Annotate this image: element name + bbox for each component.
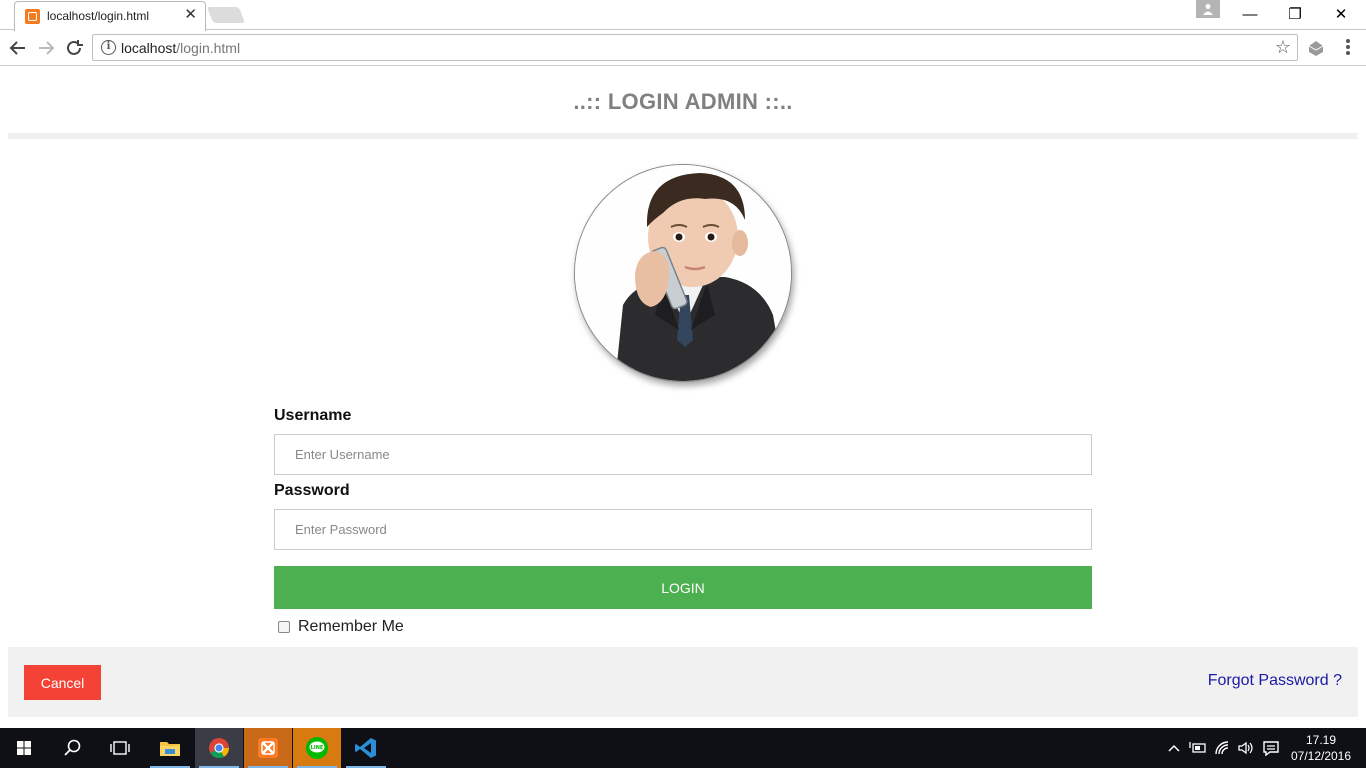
browser-menu-icon[interactable]: [1340, 37, 1356, 59]
taskbar-chrome[interactable]: [195, 728, 243, 768]
avatar-image: [574, 164, 792, 382]
extension-icon[interactable]: [1306, 38, 1326, 58]
battery-icon[interactable]: [1189, 740, 1207, 756]
login-page: ..:: LOGIN ADMIN ::.. Username Enter Use…: [0, 67, 1366, 728]
new-tab-button[interactable]: [206, 7, 246, 23]
reload-icon[interactable]: [63, 37, 85, 59]
profile-button[interactable]: [1196, 0, 1220, 18]
taskbar-line[interactable]: LINE: [293, 728, 341, 768]
line-icon: LINE: [306, 737, 328, 759]
tray-chevron-up-icon[interactable]: [1167, 741, 1181, 755]
cancel-button[interactable]: Cancel: [24, 665, 101, 700]
password-input[interactable]: [274, 509, 1092, 550]
url-text: localhost/login.html: [121, 40, 240, 56]
back-arrow-icon[interactable]: [7, 37, 29, 59]
taskbar-vscode[interactable]: [342, 728, 390, 768]
chrome-icon: [209, 738, 230, 759]
volume-icon[interactable]: [1237, 740, 1253, 756]
login-button[interactable]: LOGIN: [274, 566, 1092, 609]
boy-on-phone-illustration: [575, 165, 791, 381]
windows-start-icon: [17, 741, 31, 755]
url-path: /login.html: [176, 40, 241, 56]
wifi-icon[interactable]: [1214, 740, 1232, 756]
title-divider: [8, 133, 1358, 139]
remember-me-checkbox[interactable]: [278, 621, 290, 633]
taskbar-search-button[interactable]: [48, 728, 96, 768]
address-bar[interactable]: i localhost/login.html ☆: [92, 34, 1298, 61]
form-footer: Cancel Forgot Password ?: [8, 647, 1358, 717]
tab-close-icon[interactable]: ✕: [184, 7, 197, 23]
person-icon: [1203, 4, 1213, 15]
page-title: ..:: LOGIN ADMIN ::..: [573, 89, 793, 114]
vscode-icon: [355, 738, 376, 758]
browser-titlebar: localhost/login.html ✕ — ❐ ✕: [0, 0, 1366, 31]
file-explorer-icon: [160, 742, 180, 756]
xampp-icon: [258, 738, 278, 758]
taskbar-file-explorer[interactable]: [146, 728, 194, 768]
forward-arrow-icon[interactable]: [35, 37, 57, 59]
close-window-button[interactable]: ✕: [1318, 4, 1364, 26]
browser-tab[interactable]: localhost/login.html ✕: [14, 1, 206, 31]
task-view-icon: [110, 741, 130, 755]
start-button[interactable]: [0, 728, 48, 768]
taskbar-xampp[interactable]: [244, 728, 292, 768]
taskbar-clock[interactable]: 17.19 07/12/2016: [1290, 732, 1352, 764]
svg-text:LINE: LINE: [311, 745, 324, 751]
info-icon[interactable]: i: [101, 40, 116, 55]
task-view-button[interactable]: [96, 728, 144, 768]
action-center-icon[interactable]: [1262, 739, 1280, 757]
restore-button[interactable]: ❐: [1272, 4, 1318, 26]
forgot-password-link[interactable]: Forgot Password ?: [1208, 672, 1342, 690]
username-input[interactable]: [274, 434, 1092, 475]
remember-me-label[interactable]: Remember Me: [298, 618, 404, 636]
browser-toolbar: i localhost/login.html ☆: [0, 30, 1366, 66]
xampp-favicon-icon: [25, 9, 40, 24]
search-icon: [64, 739, 81, 756]
clock-date: 07/12/2016: [1290, 749, 1352, 763]
windows-taskbar: LINE 17.19 07/12/2016: [0, 728, 1366, 768]
username-label: Username: [274, 407, 352, 424]
password-label: Password: [274, 482, 350, 499]
minimize-button[interactable]: —: [1227, 4, 1273, 26]
url-host: localhost: [121, 40, 177, 56]
clock-time: 17.19: [1305, 733, 1337, 747]
tab-title: localhost/login.html: [47, 9, 150, 23]
bookmark-star-icon[interactable]: ☆: [1275, 37, 1291, 58]
